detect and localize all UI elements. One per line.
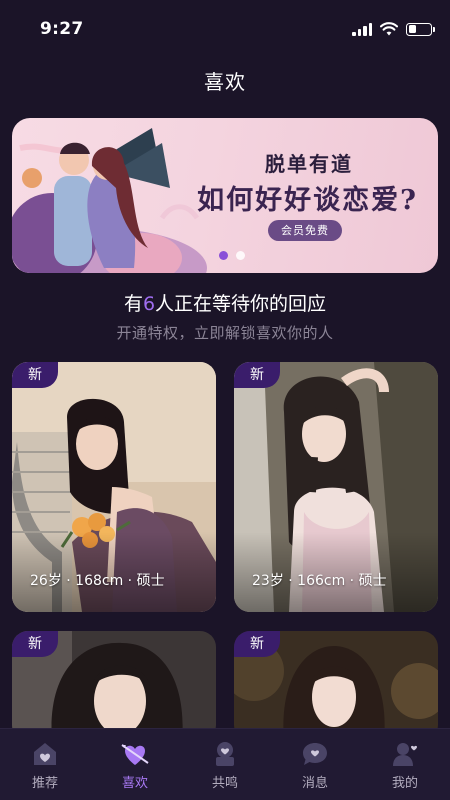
tab-label: 我的 (391, 776, 418, 791)
new-badge: 新 (12, 362, 58, 388)
tab-profile[interactable]: 我的 (360, 729, 450, 800)
carousel-dot (236, 251, 245, 260)
unlock-subtitle: 开通特权，立即解锁喜欢你的人 (116, 324, 334, 342)
heart-arrow-icon (121, 744, 149, 765)
tab-messages[interactable]: 消息 (270, 729, 360, 800)
tab-label: 推荐 (31, 776, 58, 791)
banner-free-badge: 会员免费 (268, 220, 342, 241)
profile-info: 26岁 · 168cm · 硕士 (30, 573, 165, 589)
new-badge: 新 (234, 362, 280, 388)
waiting-suffix: 人正在等待你的回应 (155, 293, 327, 315)
waiting-count-text: 有6人正在等待你的回应 (0, 289, 450, 316)
new-badge: 新 (234, 631, 280, 657)
message-icon (303, 743, 327, 765)
waiting-prefix: 有 (123, 293, 143, 315)
promo-banner[interactable]: 脱单有道 如何好好谈恋爱? 会员免费 (12, 118, 438, 273)
status-time: 9:27 (40, 19, 84, 39)
banner-title: 如何好好谈恋爱? (197, 185, 418, 216)
page-title: 喜欢 (204, 70, 246, 94)
wifi-icon (380, 22, 398, 36)
carousel-dot-active (219, 251, 228, 260)
tab-resonance[interactable]: 共鸣 (180, 729, 270, 800)
new-badge: 新 (12, 631, 58, 657)
profile-info: 23岁 · 166cm · 硕士 (252, 573, 387, 589)
bottom-tab-bar: 推荐 喜欢 共鸣 消息 我的 (0, 728, 450, 800)
profile-card[interactable]: 新 (234, 631, 438, 741)
battery-icon (406, 22, 435, 36)
profile-card[interactable]: 新 26岁 · 168cm · 硕士 (12, 362, 216, 612)
tab-label: 共鸣 (211, 776, 238, 791)
profile-icon (393, 743, 417, 766)
tab-label: 喜欢 (121, 776, 148, 791)
tab-recommend[interactable]: 推荐 (0, 729, 90, 800)
signal-icon (352, 22, 372, 36)
carousel-dots (219, 251, 245, 260)
status-bar: 9:27 (0, 0, 450, 58)
banner-headline: 脱单有道 (265, 152, 353, 176)
waiting-count: 6 (142, 293, 156, 315)
profile-card[interactable]: 新 23岁 · 166cm · 硕士 (234, 362, 438, 612)
tab-likes[interactable]: 喜欢 (90, 729, 180, 800)
home-icon (34, 743, 56, 765)
profile-card[interactable]: 新 (12, 631, 216, 741)
resonance-icon (216, 742, 234, 766)
tab-label: 消息 (301, 776, 328, 791)
status-icons (352, 21, 435, 37)
